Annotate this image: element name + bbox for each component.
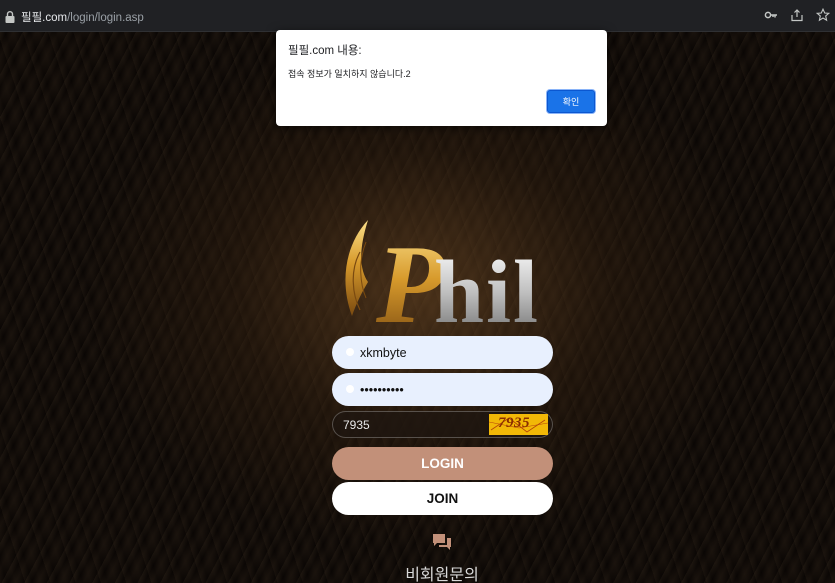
login-button[interactable]: LOGIN [332,447,553,480]
address-actions [763,7,831,24]
password-field[interactable] [332,373,553,406]
url-host: 필필.com [21,12,68,24]
share-icon[interactable] [789,8,805,24]
alert-dialog: 필필.com 내용: 접속 정보가 일치하지 않습니다.2 확인 [276,30,607,126]
password-input[interactable] [360,373,545,406]
page: 필필.com/login/login.asp P hil xkmbyte •••… [0,0,835,583]
lock-icon[interactable] [4,10,16,24]
captcha-field[interactable]: 7935 [332,411,553,438]
captcha-image[interactable]: 7935 [489,414,548,435]
logo-letters-hil: hil [434,243,540,330]
chat-icon[interactable] [432,533,452,551]
username-field[interactable] [332,336,553,369]
captcha-input[interactable] [343,412,483,437]
user-icon [346,348,354,356]
key-icon[interactable] [763,8,779,24]
dialog-title: 필필.com 내용: [288,45,362,57]
browser-address-bar: 필필.com/login/login.asp [0,0,835,32]
dialog-ok-button[interactable]: 확인 [547,90,595,113]
lock-icon [346,385,354,393]
address-url[interactable]: 필필.com/login/login.asp [21,9,144,25]
dialog-message: 접속 정보가 일치하지 않습니다.2 [288,69,411,79]
join-button[interactable]: JOIN [332,482,553,515]
non-member-inquiry-link[interactable]: 비회원문의 [390,561,494,583]
username-input[interactable] [360,336,545,369]
captcha-text: 7935 [498,415,530,431]
phil-logo: P hil [345,220,540,330]
bookmark-star-icon[interactable] [815,7,831,24]
url-path: /login/login.asp [67,12,144,24]
